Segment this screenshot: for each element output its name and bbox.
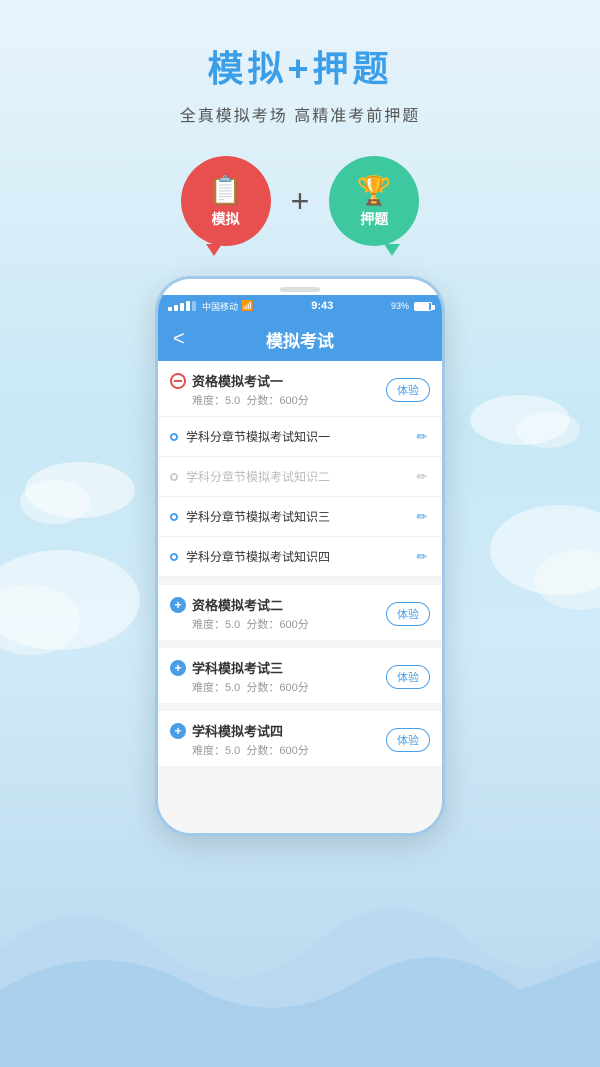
sub-item-1-2[interactable]: 学科分章节模拟考试知识二 ✏ (158, 457, 442, 497)
moni-icon: 📋 (208, 174, 243, 207)
exam-tag-2[interactable]: 体验 (386, 602, 430, 626)
sub-item-left-1-1: 学科分章节模拟考试知识一 (170, 428, 330, 445)
sub-item-text-1-3: 学科分章节模拟考试知识三 (186, 508, 330, 525)
collapse-icon-1[interactable] (170, 373, 186, 389)
exam-main-left-3: + 学科模拟考试三 难度：5.0 分数：600分 (170, 658, 309, 695)
exam-section-4: + 学科模拟考试四 难度：5.0 分数：600分 体验 (158, 711, 442, 766)
phone-power-button (443, 399, 445, 449)
battery-text: 93% (391, 301, 409, 311)
sub-item-text-1-2: 学科分章节模拟考试知识二 (186, 468, 330, 485)
phone-content-area[interactable]: 资格模拟考试一 难度：5.0 分数：600分 体验 学科分章节模拟考试知识一 ✏ (158, 361, 442, 836)
signal-icon (168, 301, 196, 311)
exam-section-2: + 资格模拟考试二 难度：5.0 分数：600分 体验 (158, 585, 442, 640)
exam-meta-3: 难度：5.0 分数：600分 (192, 679, 309, 695)
sub-dot-1-1 (170, 433, 178, 441)
exam-tag-1[interactable]: 体验 (386, 378, 430, 402)
moni-icon-bubble: 📋 模拟 (181, 156, 271, 246)
page-main-title: 模拟+押题 (0, 40, 600, 92)
sub-item-1-4[interactable]: 学科分章节模拟考试知识四 ✏ (158, 537, 442, 577)
yati-icon-bubble: 🏆 押题 (329, 156, 419, 246)
wifi-icon: 📶 (241, 301, 253, 312)
nav-title: 模拟考试 (266, 327, 334, 352)
exam-tag-4[interactable]: 体验 (386, 728, 430, 752)
sub-item-1-3[interactable]: 学科分章节模拟考试知识三 ✏ (158, 497, 442, 537)
plus-separator: + (291, 183, 310, 220)
back-button[interactable]: < (173, 328, 185, 351)
exam-title-3: 学科模拟考试三 (192, 658, 309, 677)
expand-icon-2[interactable]: + (170, 597, 186, 613)
phone-mockup: 中国移动 📶 9:43 93% < 模拟考试 (0, 276, 600, 836)
exam-main-item-1[interactable]: 资格模拟考试一 难度：5.0 分数：600分 体验 (158, 361, 442, 417)
sub-item-text-1-1: 学科分章节模拟考试知识一 (186, 428, 330, 445)
expand-icon-4[interactable]: + (170, 723, 186, 739)
battery-icon (414, 302, 432, 311)
phone-top-bar (158, 279, 442, 295)
exam-tag-3[interactable]: 体验 (386, 665, 430, 689)
exam-meta-2: 难度：5.0 分数：600分 (192, 616, 309, 632)
phone-speaker (280, 287, 320, 292)
expand-icon-3[interactable]: + (170, 660, 186, 676)
edit-icon-1-4[interactable]: ✏ (414, 549, 430, 565)
sub-item-1-1[interactable]: 学科分章节模拟考试知识一 ✏ (158, 417, 442, 457)
sub-item-text-1-4: 学科分章节模拟考试知识四 (186, 548, 330, 565)
page-subtitle: 全真模拟考场 高精准考前押题 (0, 102, 600, 126)
status-bar: 中国移动 📶 9:43 93% (158, 295, 442, 317)
edit-icon-1-2: ✏ (414, 469, 430, 485)
sub-item-left-1-3: 学科分章节模拟考试知识三 (170, 508, 330, 525)
sub-item-left-1-4: 学科分章节模拟考试知识四 (170, 548, 330, 565)
sub-dot-1-2 (170, 473, 178, 481)
yati-label: 押题 (360, 209, 388, 229)
exam-main-left-2: + 资格模拟考试二 难度：5.0 分数：600分 (170, 595, 309, 632)
status-left: 中国移动 📶 (168, 300, 253, 313)
carrier-text: 中国移动 (202, 300, 238, 313)
exam-meta-4: 难度：5.0 分数：600分 (192, 742, 309, 758)
sub-dot-1-4 (170, 553, 178, 561)
exam-title-2: 资格模拟考试二 (192, 595, 309, 614)
yati-icon: 🏆 (357, 174, 392, 207)
exam-main-left-1: 资格模拟考试一 难度：5.0 分数：600分 (170, 371, 309, 408)
exam-meta-1: 难度：5.0 分数：600分 (192, 392, 309, 408)
exam-title-4: 学科模拟考试四 (192, 721, 309, 740)
time-display: 9:43 (311, 300, 333, 312)
phone-volume-button (155, 379, 157, 409)
exam-main-item-2[interactable]: + 资格模拟考试二 难度：5.0 分数：600分 体验 (158, 585, 442, 640)
sub-dot-1-3 (170, 513, 178, 521)
navigation-bar: < 模拟考试 (158, 317, 442, 361)
exam-title-1: 资格模拟考试一 (192, 371, 309, 390)
exam-main-item-3[interactable]: + 学科模拟考试三 难度：5.0 分数：600分 体验 (158, 648, 442, 703)
status-right: 93% (391, 301, 432, 311)
exam-main-left-4: + 学科模拟考试四 难度：5.0 分数：600分 (170, 721, 309, 758)
phone-frame: 中国移动 📶 9:43 93% < 模拟考试 (155, 276, 445, 836)
sub-item-left-1-2: 学科分章节模拟考试知识二 (170, 468, 330, 485)
moni-label: 模拟 (212, 209, 240, 229)
edit-icon-1-1[interactable]: ✏ (414, 429, 430, 445)
feature-icons-row: 📋 模拟 + 🏆 押题 (0, 156, 600, 246)
exam-section-1: 资格模拟考试一 难度：5.0 分数：600分 体验 学科分章节模拟考试知识一 ✏ (158, 361, 442, 577)
exam-section-3: + 学科模拟考试三 难度：5.0 分数：600分 体验 (158, 648, 442, 703)
edit-icon-1-3[interactable]: ✏ (414, 509, 430, 525)
exam-main-item-4[interactable]: + 学科模拟考试四 难度：5.0 分数：600分 体验 (158, 711, 442, 766)
